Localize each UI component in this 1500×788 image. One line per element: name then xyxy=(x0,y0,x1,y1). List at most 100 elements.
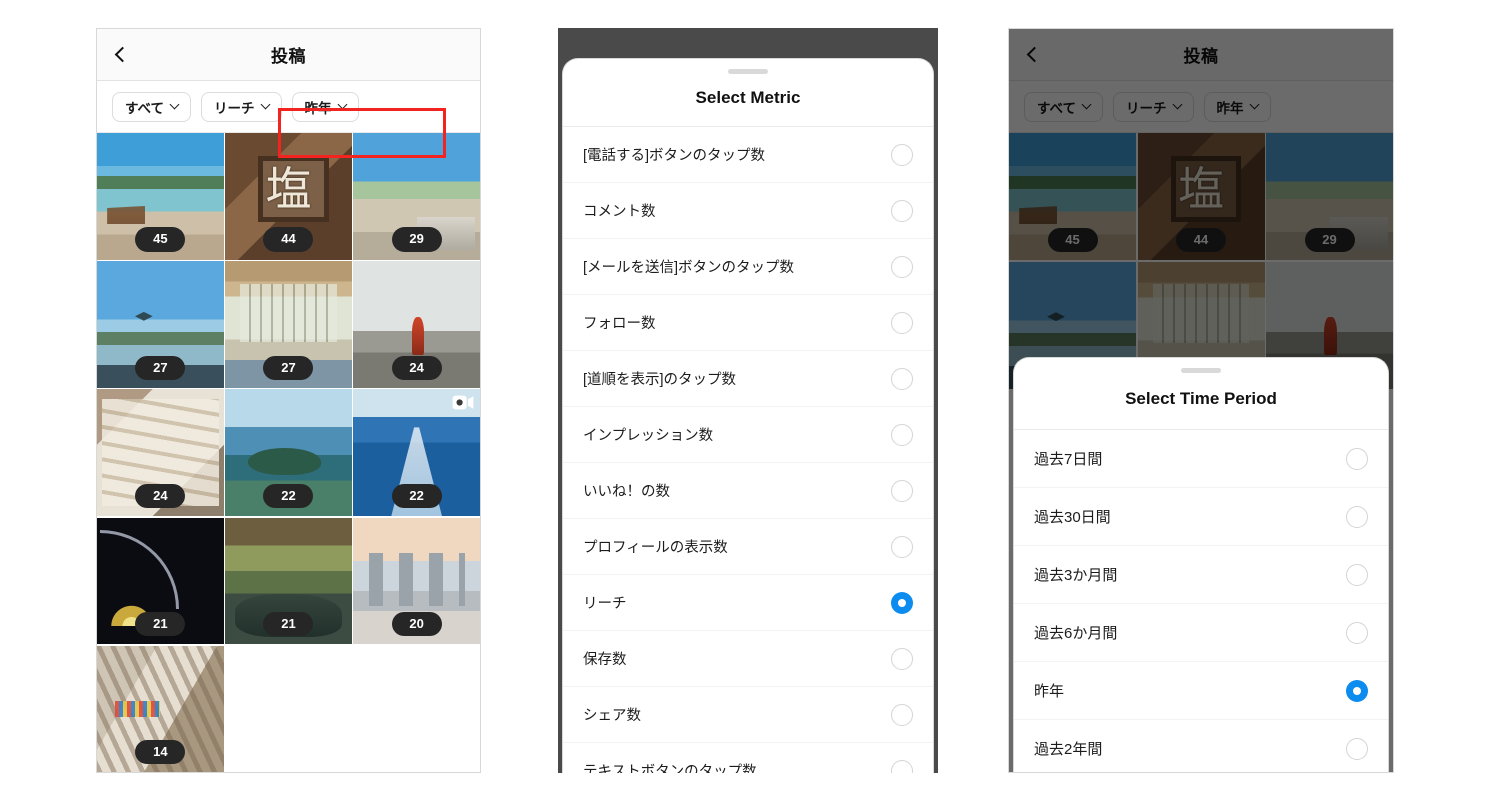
post-thumbnail[interactable]: 22 xyxy=(225,389,352,517)
filter-pill-label: 昨年 xyxy=(304,100,332,116)
phone-panel-select-time-period: 投稿 すべて リーチ 昨年 45 44 29 Select Time Period … xyxy=(1008,28,1394,773)
post-thumbnail[interactable]: 27 xyxy=(225,261,352,388)
filter-pill-content-type[interactable]: すべて xyxy=(1024,91,1104,122)
radio-button[interactable] xyxy=(891,423,913,446)
post-thumbnail[interactable]: 22 xyxy=(353,389,480,517)
post-thumbnail[interactable]: 21 xyxy=(225,517,352,645)
metric-value-badge: 45 xyxy=(135,227,186,252)
post-thumbnail[interactable]: 24 xyxy=(97,389,224,517)
filter-pill-time-period[interactable]: 昨年 xyxy=(291,91,359,122)
filter-pill-metric[interactable]: リーチ xyxy=(201,91,282,122)
radio-button[interactable] xyxy=(891,143,913,166)
radio-button[interactable] xyxy=(891,311,913,334)
filter-pill-content-type[interactable]: すべて xyxy=(112,91,192,122)
option-label: [メールを送信]ボタンのタップ数 xyxy=(583,260,795,276)
radio-button[interactable] xyxy=(1346,563,1368,586)
video-camera-icon xyxy=(452,395,474,410)
option-row[interactable]: フォロー数 xyxy=(563,295,933,351)
option-label: [道順を表示]のタップ数 xyxy=(583,372,737,388)
option-row[interactable]: プロフィールの表示数 xyxy=(563,519,933,575)
radio-button[interactable] xyxy=(891,535,913,558)
post-thumbnail[interactable]: 44 xyxy=(1137,133,1265,260)
navigation-bar: 投稿 xyxy=(1009,29,1393,81)
option-row[interactable]: 昨年 xyxy=(1014,662,1388,720)
option-row[interactable]: いいね！の数 xyxy=(563,463,933,519)
metric-value-badge: 24 xyxy=(135,483,186,509)
time-period-option-list: 過去7日間過去30日間 過去3か月間 過去6か月間昨年過去2年間 xyxy=(1014,430,1388,772)
radio-button[interactable] xyxy=(1346,447,1368,470)
post-thumbnail[interactable]: 29 xyxy=(1266,133,1393,260)
option-row[interactable]: 過去2年間 xyxy=(1014,720,1388,772)
metric-value-badge: 44 xyxy=(263,227,314,252)
radio-button[interactable] xyxy=(891,199,913,222)
metric-value-badge: 22 xyxy=(391,483,442,509)
option-row[interactable]: リーチ xyxy=(563,575,933,631)
radio-button[interactable] xyxy=(1346,737,1368,760)
radio-button[interactable] xyxy=(1346,505,1368,528)
chevron-down-icon xyxy=(337,99,347,110)
option-row[interactable]: 保存数 xyxy=(563,631,933,687)
post-thumbnail[interactable]: 45 xyxy=(97,133,224,260)
option-label: フォロー数 xyxy=(583,316,656,332)
metric-value-badge: 27 xyxy=(263,355,314,380)
navigation-bar: 投稿 xyxy=(97,29,480,81)
option-label: いいね！の数 xyxy=(583,484,670,500)
post-thumbnail[interactable]: 45 xyxy=(1009,133,1136,260)
option-row[interactable]: [道順を表示]のタップ数 xyxy=(563,351,933,407)
radio-button-selected[interactable] xyxy=(891,591,913,614)
option-row[interactable]: [メールを送信]ボタンのタップ数 xyxy=(563,239,933,295)
option-row[interactable]: 過去3か月間 xyxy=(1014,546,1388,604)
option-label: 過去6か月間 xyxy=(1034,625,1118,642)
back-button[interactable] xyxy=(111,44,133,66)
option-label: 過去2年間 xyxy=(1034,741,1103,758)
post-thumbnail[interactable]: 44 xyxy=(225,133,352,260)
page-title: 投稿 xyxy=(1183,47,1219,66)
radio-button[interactable] xyxy=(891,703,913,726)
filter-bar: すべて リーチ 昨年 xyxy=(1009,81,1393,133)
option-label: 過去3か月間 xyxy=(1034,567,1118,584)
radio-button[interactable] xyxy=(891,759,913,773)
sheet-title: Select Time Period xyxy=(1014,373,1388,430)
post-thumbnail[interactable]: 24 xyxy=(353,261,480,388)
post-thumbnail[interactable]: 21 xyxy=(97,517,224,645)
filter-bar: すべて リーチ 昨年 xyxy=(97,81,480,133)
metric-value-badge: 14 xyxy=(135,740,186,765)
chevron-left-icon xyxy=(114,46,130,63)
metric-value-badge: 22 xyxy=(263,483,314,509)
bottom-sheet-select-time-period: Select Time Period 過去7日間過去30日間 過去3か月間 過去6か… xyxy=(1013,357,1389,772)
filter-pill-label: 昨年 xyxy=(1216,100,1244,116)
option-label: 過去30日間 xyxy=(1034,509,1111,526)
back-button[interactable] xyxy=(1023,44,1045,66)
bottom-sheet-select-metric: Select Metric [電話する]ボタンのタップ数コメント数 [メールを送信… xyxy=(562,58,934,773)
metric-value-badge: 21 xyxy=(135,611,186,637)
phone-panel-posts-grid: 投稿 すべて リーチ 昨年 45 44 29 27 27 24 24 22 22 21 21 20 14 xyxy=(96,28,481,773)
post-thumbnail[interactable]: 29 xyxy=(353,133,480,260)
radio-button-selected[interactable] xyxy=(1346,679,1368,702)
option-label: 過去7日間 xyxy=(1034,451,1103,468)
post-thumbnail[interactable]: 20 xyxy=(353,517,480,645)
radio-button[interactable] xyxy=(891,479,913,502)
option-row[interactable]: [電話する]ボタンのタップ数 xyxy=(563,127,933,183)
option-row[interactable]: インプレッション数 xyxy=(563,407,933,463)
filter-pill-metric[interactable]: リーチ xyxy=(1113,91,1194,122)
option-row[interactable]: 過去7日間 xyxy=(1014,430,1388,488)
radio-button[interactable] xyxy=(891,255,913,278)
radio-button[interactable] xyxy=(891,367,913,390)
post-thumbnail[interactable]: 14 xyxy=(97,645,224,772)
filter-pill-time-period[interactable]: 昨年 xyxy=(1203,91,1271,122)
option-label: [電話する]ボタンのタップ数 xyxy=(583,148,766,164)
option-row[interactable]: 過去6か月間 xyxy=(1014,604,1388,662)
option-row[interactable]: シェア数 xyxy=(563,687,933,743)
radio-button[interactable] xyxy=(1346,621,1368,644)
option-row[interactable]: 過去30日間 xyxy=(1014,488,1388,546)
phone-panel-select-metric: Select Metric [電話する]ボタンのタップ数コメント数 [メールを送信… xyxy=(558,28,938,773)
posts-grid: 45 44 29 27 27 24 24 22 22 21 21 20 14 xyxy=(97,133,480,772)
chevron-left-icon xyxy=(1026,46,1042,63)
option-label: インプレッション数 xyxy=(583,428,714,444)
sheet-title: Select Metric xyxy=(563,74,933,127)
option-row[interactable]: テキストボタンのタップ数 xyxy=(563,743,933,773)
radio-button[interactable] xyxy=(891,647,913,670)
post-thumbnail[interactable]: 27 xyxy=(97,261,224,388)
grid-empty-cell xyxy=(225,645,352,772)
option-row[interactable]: コメント数 xyxy=(563,183,933,239)
